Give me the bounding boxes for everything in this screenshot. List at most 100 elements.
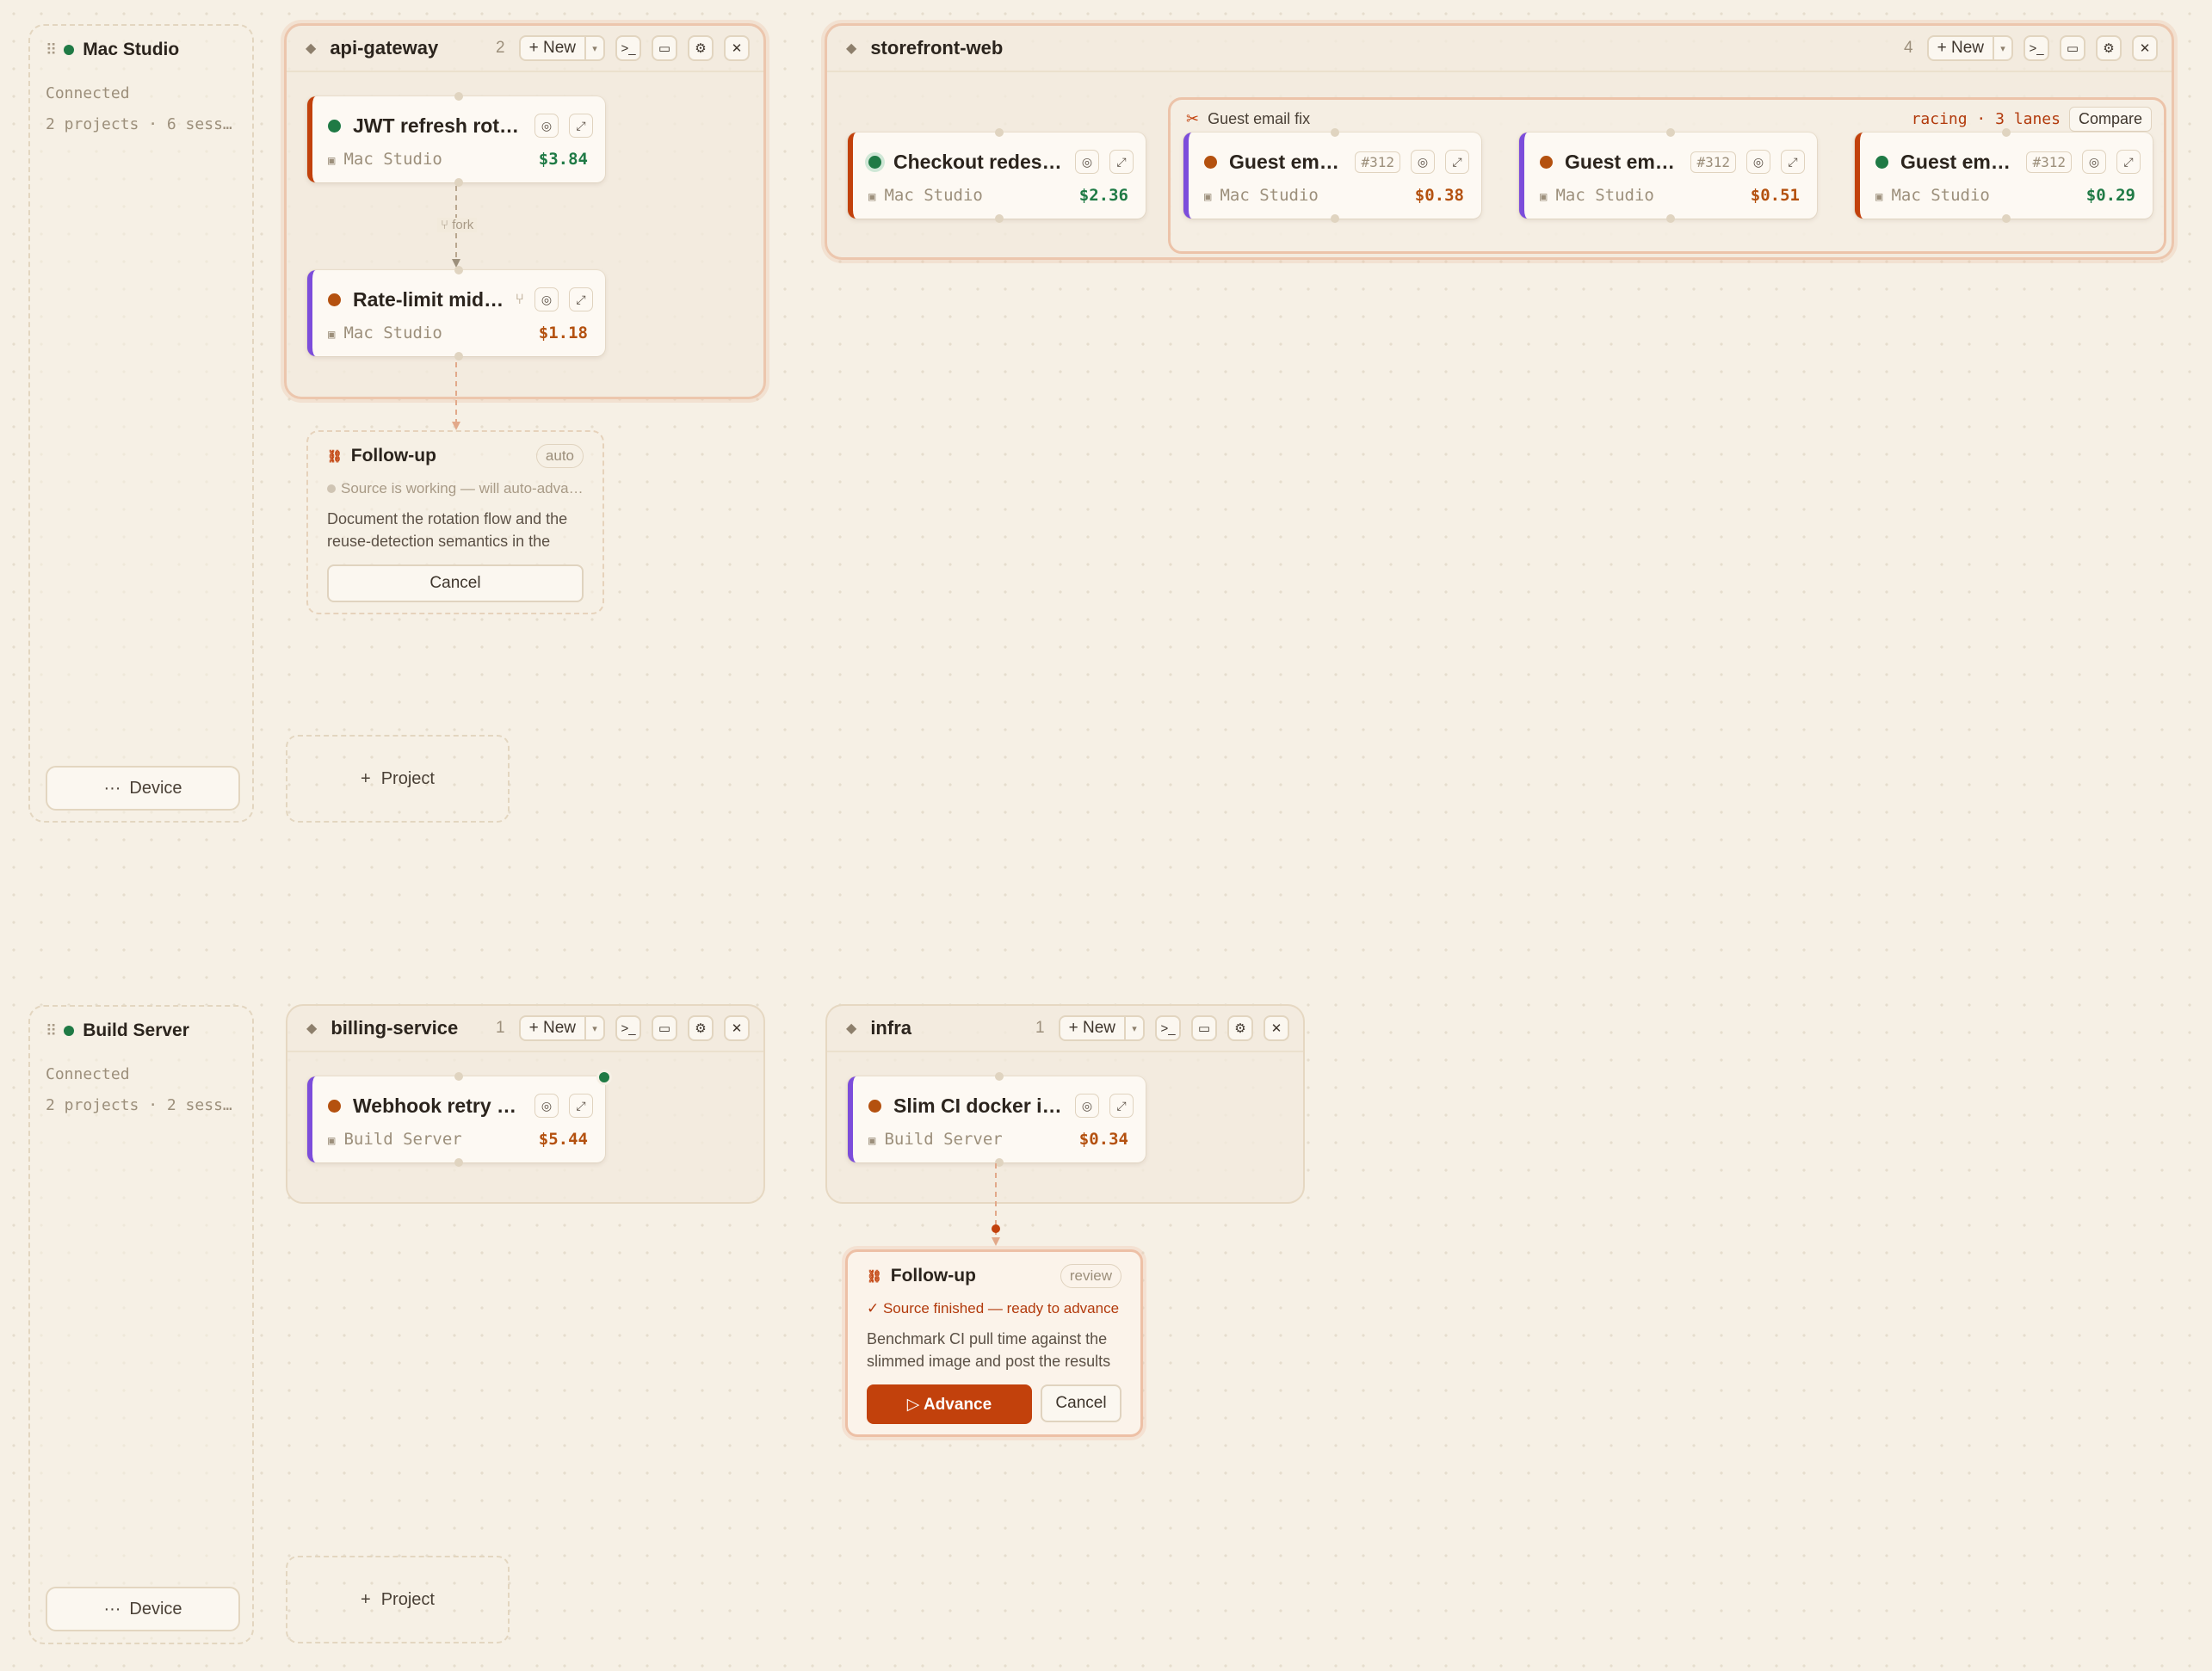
globe-icon[interactable]: ◎ bbox=[534, 1094, 559, 1118]
globe-icon[interactable]: ◎ bbox=[1075, 150, 1099, 174]
followup-tag: auto bbox=[535, 444, 584, 468]
session-cost: $0.34 bbox=[1078, 1130, 1128, 1149]
session-title: JWT refresh rotation bbox=[353, 114, 524, 137]
close-icon[interactable]: ✕ bbox=[724, 35, 750, 61]
session-cost: $1.18 bbox=[538, 324, 588, 342]
expand-icon[interactable]: ⤢ bbox=[2116, 150, 2141, 174]
advance-button[interactable]: ▷ Advance bbox=[867, 1384, 1032, 1424]
session-cost: $0.29 bbox=[2085, 186, 2135, 205]
terminal-icon[interactable]: >_ bbox=[615, 35, 641, 61]
session-card-rate-limit[interactable]: Rate-limit middleware ⑂ ◎ ⤢ ▣Mac Studio … bbox=[307, 266, 605, 361]
session-card-checkout-redesign[interactable]: Checkout redesign ◎ ⤢ ▣ Mac Studio $2.36 bbox=[848, 128, 1146, 223]
followup-tag: review bbox=[1060, 1264, 1121, 1288]
status-dot bbox=[64, 1026, 75, 1036]
drag-grip-icon[interactable]: ⠿ bbox=[46, 41, 57, 59]
gear-icon[interactable]: ⚙ bbox=[688, 35, 714, 61]
close-icon[interactable]: ✕ bbox=[724, 1015, 750, 1041]
port-bottom bbox=[454, 352, 463, 361]
status-dot bbox=[868, 155, 881, 169]
race-lane-card-3[interactable]: Guest email fix #312 ◎ ⤢ ▣Mac Studio $0.… bbox=[1855, 128, 2153, 223]
terminal-icon[interactable]: >_ bbox=[1155, 1015, 1181, 1041]
project-name: api-gateway bbox=[330, 37, 439, 59]
window-icon[interactable]: ▭ bbox=[652, 35, 677, 61]
window-icon[interactable]: ▭ bbox=[652, 1015, 677, 1041]
session-title: Checkout redesign bbox=[893, 150, 1065, 173]
gear-icon[interactable]: ⚙ bbox=[1227, 1015, 1253, 1041]
new-session-button[interactable]: + New ▾ bbox=[1058, 1015, 1145, 1041]
terminal-icon[interactable]: >_ bbox=[2024, 35, 2049, 61]
port-top bbox=[1331, 128, 1339, 137]
expand-icon[interactable]: ⤢ bbox=[1109, 150, 1134, 174]
followup-description: Benchmark CI pull time against the slimm… bbox=[867, 1330, 1111, 1370]
issue-badge: #312 bbox=[1355, 151, 1400, 173]
new-session-button[interactable]: + New ▾ bbox=[518, 1015, 605, 1041]
plus-icon: + bbox=[361, 768, 371, 788]
globe-icon[interactable]: ◎ bbox=[1411, 150, 1435, 174]
followup-card-auto: ⛓ Follow-up auto Source is working — wil… bbox=[306, 430, 604, 614]
globe-icon[interactable]: ◎ bbox=[1746, 150, 1770, 174]
globe-icon[interactable]: ◎ bbox=[534, 114, 559, 138]
chevron-down-icon[interactable]: ▾ bbox=[584, 1017, 603, 1039]
add-project-button[interactable]: + Project bbox=[286, 735, 510, 823]
gear-icon[interactable]: ⚙ bbox=[2096, 35, 2122, 61]
link-icon: ⛓ bbox=[327, 448, 343, 463]
expand-icon[interactable]: ⤢ bbox=[569, 1094, 593, 1118]
close-icon[interactable]: ✕ bbox=[1264, 1015, 1289, 1041]
compare-button[interactable]: Compare bbox=[2068, 107, 2152, 132]
session-cost: $2.36 bbox=[1078, 186, 1128, 205]
expand-icon[interactable]: ⤢ bbox=[1445, 150, 1469, 174]
status-dot bbox=[1875, 155, 1888, 169]
chevron-down-icon[interactable]: ▾ bbox=[584, 37, 603, 59]
session-card-slim-ci[interactable]: Slim CI docker image ◎ ⤢ ▣Build Server $… bbox=[848, 1072, 1146, 1167]
race-lane-card-2[interactable]: Guest email fix #312 ◎ ⤢ ▣Mac Studio $0.… bbox=[1519, 128, 1817, 223]
session-card-jwt-refresh[interactable]: JWT refresh rotation ◎ ⤢ ▣Mac Studio $3.… bbox=[307, 92, 605, 187]
new-session-button[interactable]: + New ▾ bbox=[1926, 35, 2013, 61]
expand-icon[interactable]: ⤢ bbox=[569, 287, 593, 311]
globe-icon[interactable]: ◎ bbox=[2082, 150, 2106, 174]
race-lane-card-1[interactable]: Guest email fix #312 ◎ ⤢ ▣Mac Studio $0.… bbox=[1183, 128, 1481, 223]
status-dot bbox=[328, 1099, 341, 1113]
expand-icon[interactable]: ⤢ bbox=[569, 114, 593, 138]
device-button-label: Device bbox=[129, 1599, 182, 1619]
session-title: Slim CI docker image bbox=[893, 1094, 1065, 1117]
session-count: 2 bbox=[496, 39, 505, 57]
issue-badge: #312 bbox=[1690, 151, 1736, 173]
cancel-button[interactable]: Cancel bbox=[1041, 1384, 1121, 1422]
device-menu-button[interactable]: ··· Device bbox=[46, 1587, 240, 1631]
add-project-button[interactable]: + Project bbox=[286, 1556, 510, 1643]
scissors-icon: ✂ bbox=[1186, 110, 1200, 127]
expand-icon[interactable]: ⤢ bbox=[1109, 1094, 1134, 1118]
globe-icon[interactable]: ◎ bbox=[534, 287, 559, 311]
new-label[interactable]: + New bbox=[1929, 37, 1993, 59]
link-icon: ⛓ bbox=[867, 1268, 882, 1283]
window-icon[interactable]: ▭ bbox=[1191, 1015, 1217, 1041]
device-menu-button[interactable]: ··· Device bbox=[46, 766, 240, 811]
terminal-icon[interactable]: >_ bbox=[615, 1015, 641, 1041]
followup-connector bbox=[452, 353, 460, 430]
project-header: ◆ api-gateway 2 + New ▾ >_ ▭ ⚙ ✕ bbox=[287, 26, 763, 72]
chevron-down-icon[interactable]: ▾ bbox=[1993, 37, 2011, 59]
gear-icon[interactable]: ⚙ bbox=[688, 1015, 714, 1041]
session-device: ▣ Build Server bbox=[868, 1130, 1003, 1149]
session-cost: $0.38 bbox=[1414, 186, 1464, 205]
window-icon[interactable]: ▭ bbox=[2060, 35, 2085, 61]
cancel-button[interactable]: Cancel bbox=[327, 564, 584, 602]
session-device: ▣ Mac Studio bbox=[868, 186, 983, 205]
close-icon[interactable]: ✕ bbox=[2132, 35, 2158, 61]
session-title: Guest email fix bbox=[1900, 150, 2019, 173]
new-session-button[interactable]: + New ▾ bbox=[518, 35, 605, 61]
globe-icon[interactable]: ◎ bbox=[1075, 1094, 1099, 1118]
new-label[interactable]: + New bbox=[521, 37, 584, 59]
device-header[interactable]: ⠿ Mac Studio bbox=[46, 40, 179, 60]
monitor-icon: ▣ bbox=[1204, 190, 1212, 204]
drag-grip-icon[interactable]: ⠿ bbox=[46, 1022, 57, 1040]
new-label[interactable]: + New bbox=[521, 1017, 584, 1039]
expand-icon[interactable]: ⤢ bbox=[1781, 150, 1805, 174]
device-header[interactable]: ⠿ Build Server bbox=[46, 1020, 189, 1041]
session-title: Guest email fix bbox=[1565, 150, 1684, 173]
chevron-down-icon[interactable]: ▾ bbox=[1124, 1017, 1143, 1039]
status-dot bbox=[868, 1099, 881, 1113]
new-label[interactable]: + New bbox=[1060, 1017, 1124, 1039]
session-card-webhook-retry[interactable]: Webhook retry backoff ◎ ⤢ ▣Build Server … bbox=[307, 1070, 612, 1167]
status-dot bbox=[1204, 155, 1217, 169]
